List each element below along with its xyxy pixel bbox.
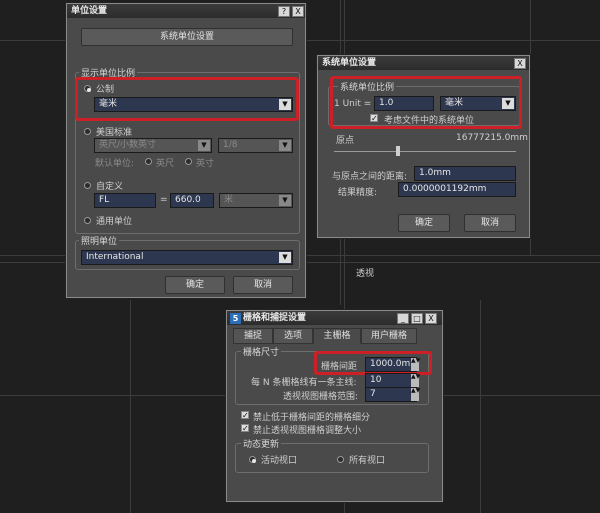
default-units-label: 默认单位: [95, 159, 135, 169]
tab-user-grids[interactable]: 用户栅格 [361, 328, 417, 344]
lighting-units-label: 照明单位 [79, 234, 120, 247]
us-unit-value: 英尺/小数英寸 [99, 140, 157, 150]
system-dialog-title: 系统单位设置 [322, 58, 377, 68]
chevron-down-icon[interactable]: ▼ [279, 252, 291, 263]
minimize-icon[interactable]: _ [397, 313, 409, 324]
us-standard-label: 美国标准 [96, 128, 133, 138]
system-units-setup-button[interactable]: 系统单位设置 [81, 28, 293, 46]
tab-snaps[interactable]: 捕捉 [233, 328, 273, 344]
inches-label: 英寸 [196, 159, 215, 169]
origin-value: 16777215.0mm [456, 133, 528, 143]
distance-field[interactable]: 1.0mm [414, 166, 516, 181]
inches-radio[interactable] [185, 158, 192, 165]
generic-units-radio[interactable] [84, 217, 91, 224]
feet-radio[interactable] [145, 158, 152, 165]
grid-dialog-title: 栅格和捕捉设置 [243, 313, 307, 323]
us-fraction-select[interactable]: 1/8 ▼ [218, 138, 293, 153]
generic-units-label: 通用单位 [96, 217, 133, 227]
custom-unit-value: 米 [224, 195, 234, 205]
inhibit-perspective-resize-checkbox[interactable]: ✓ [241, 424, 249, 433]
ok-button[interactable]: 确定 [398, 214, 450, 232]
highlight-box [330, 76, 522, 129]
grid-snap-settings-dialog: 栅格和捕捉设置 5 _ □ X 捕捉 选项 主栅格 用户栅格 栅格尺寸 栅格间距… [226, 310, 443, 502]
all-viewports-radio[interactable] [337, 456, 344, 463]
close-icon[interactable]: X [425, 313, 437, 324]
custom-value-field[interactable]: 660.0 [170, 193, 214, 208]
active-viewport-radio[interactable] [249, 456, 256, 463]
distance-label: 与原点之间的距离: [332, 172, 408, 182]
dynamic-update-label: 动态更新 [241, 437, 282, 450]
units-dialog-titlebar: 单位设置 [67, 4, 305, 18]
us-standard-radio[interactable] [84, 128, 91, 135]
highlight-box [75, 77, 299, 121]
all-viewports-label: 所有视口 [349, 456, 386, 466]
help-button[interactable]: ? [278, 6, 290, 17]
cancel-button[interactable]: 取消 [233, 276, 293, 294]
cancel-button[interactable]: 取消 [464, 214, 516, 232]
active-viewport-label: 活动视口 [261, 456, 298, 466]
us-fraction-value: 1/8 [223, 140, 238, 150]
grid-line [480, 300, 481, 513]
feet-label: 英尺 [156, 159, 175, 169]
app-icon: 5 [230, 313, 241, 324]
units-setup-dialog: 单位设置 ? X 系统单位设置 显示单位比例 公制 毫米 ▼ 美国标准 英尺/小… [66, 3, 306, 298]
inhibit-perspective-resize-label: 禁止透视视图栅格调整大小 [253, 426, 362, 436]
origin-slider-track[interactable] [334, 151, 516, 152]
highlight-box [314, 351, 432, 375]
maximize-icon[interactable]: □ [411, 313, 423, 324]
custom-name-field[interactable]: FL [94, 193, 156, 208]
spinner-icon[interactable]: ▲▼ [411, 374, 420, 387]
system-dialog-titlebar: 系统单位设置 [318, 56, 529, 70]
units-dialog-title: 单位设置 [71, 6, 108, 16]
chevron-down-icon[interactable]: ▼ [279, 195, 291, 206]
inhibit-subdivision-checkbox[interactable]: ✓ [241, 411, 249, 420]
inhibit-subdivision-label: 禁止低于栅格间距的栅格细分 [253, 413, 371, 423]
system-unit-setup-dialog: 系统单位设置 X 系统单位比例 1 Unit = 1.0 毫米 ▼ ✓ 考虑文件… [317, 55, 530, 238]
lighting-units-value: International [86, 252, 144, 262]
perspective-extent-label: 透视视图栅格范围: [283, 392, 359, 402]
origin-slider-handle[interactable] [396, 146, 400, 156]
major-lines-label: 每 N 条栅格线有一条主线: [251, 378, 357, 388]
us-unit-select[interactable]: 英尺/小数英寸 ▼ [94, 138, 212, 153]
tab-options[interactable]: 选项 [273, 328, 313, 344]
close-icon[interactable]: X [292, 6, 304, 17]
grid-dimensions-label: 栅格尺寸 [241, 345, 282, 358]
lighting-units-select[interactable]: International ▼ [81, 250, 293, 265]
grid-line [130, 300, 131, 513]
close-icon[interactable]: X [514, 58, 526, 69]
custom-unit-select[interactable]: 米 ▼ [219, 193, 293, 208]
origin-label: 原点 [336, 136, 355, 146]
chevron-down-icon[interactable]: ▼ [279, 140, 291, 151]
precision-label: 结果精度: [338, 188, 378, 198]
spinner-icon[interactable]: ▲▼ [411, 388, 420, 401]
grid-line [530, 0, 531, 255]
custom-radio[interactable] [84, 182, 91, 189]
ok-button[interactable]: 确定 [165, 276, 225, 294]
perspective-extent-field[interactable]: 7 [365, 387, 417, 402]
custom-equals: = [160, 195, 168, 205]
precision-field[interactable]: 0.0000001192mm [398, 182, 516, 197]
grid-dialog-titlebar: 栅格和捕捉设置 [227, 311, 442, 325]
tab-home-grid[interactable]: 主栅格 [313, 328, 361, 344]
chevron-down-icon[interactable]: ▼ [198, 140, 210, 151]
custom-label: 自定义 [96, 182, 124, 192]
viewport-label[interactable]: 透视 [356, 266, 374, 279]
major-lines-field[interactable]: 10 [365, 373, 417, 388]
